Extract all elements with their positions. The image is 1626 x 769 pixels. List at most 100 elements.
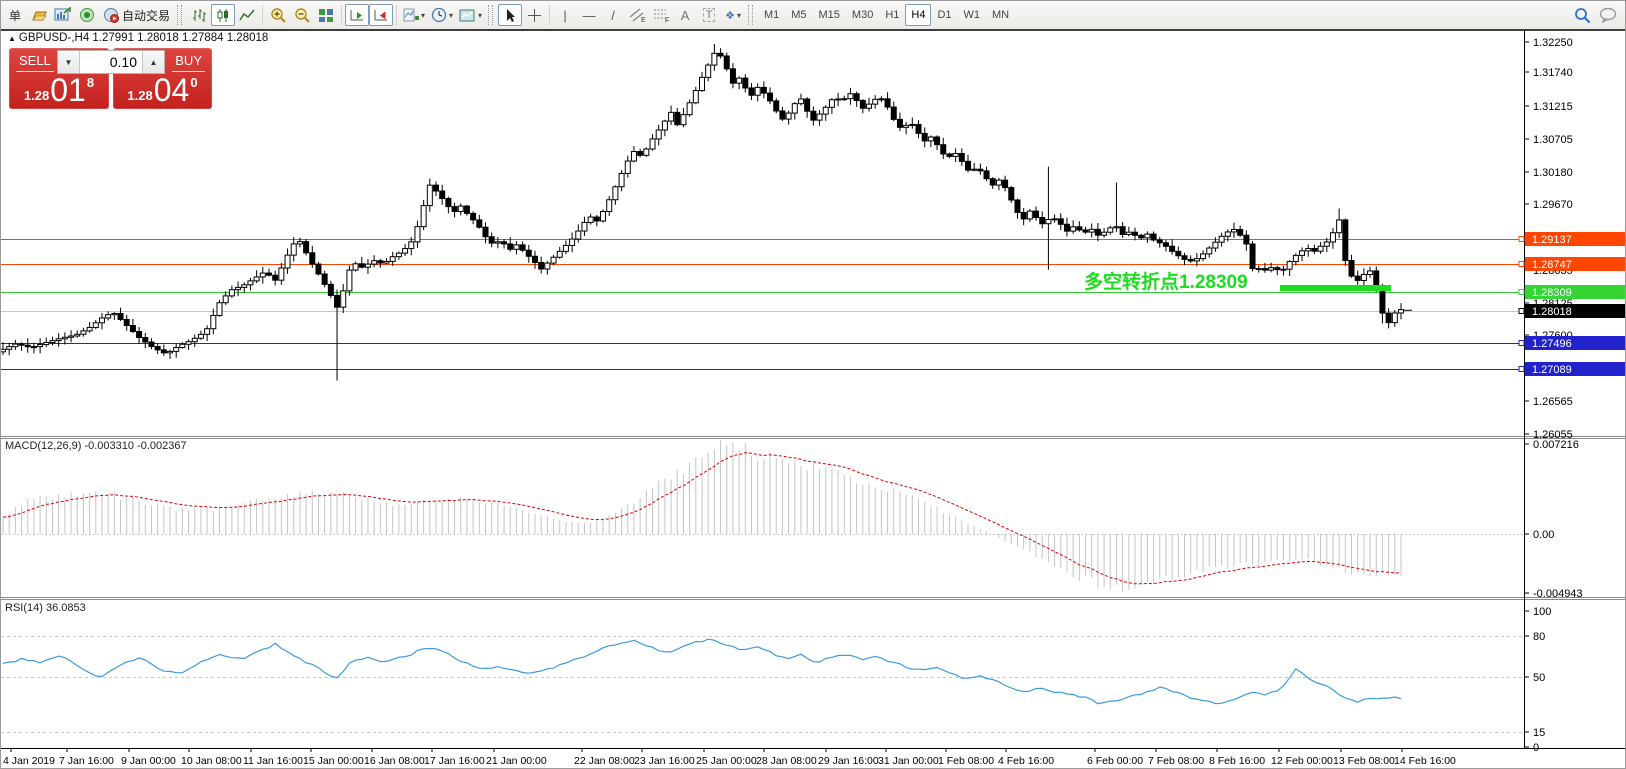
volume-input[interactable] <box>80 51 142 73</box>
templates-button[interactable]: ▾ <box>456 4 485 26</box>
zoom-in-button[interactable] <box>266 4 290 26</box>
svg-text:0.00: 0.00 <box>1533 529 1554 541</box>
new-order-label: 单 <box>9 7 21 24</box>
crosshair-icon <box>527 8 542 23</box>
charts-icon[interactable] <box>51 4 75 26</box>
profiles-icon[interactable] <box>27 4 51 26</box>
svg-text:1.31740: 1.31740 <box>1533 67 1573 79</box>
timeframe-button-m1[interactable]: M1 <box>758 4 785 26</box>
horizontal-line-tool-button[interactable]: — <box>577 4 601 26</box>
timeframe-button-w1[interactable]: W1 <box>958 4 987 26</box>
zoom-out-icon <box>294 7 311 23</box>
cursor-tool-button[interactable] <box>498 4 522 26</box>
timeframe-button-h1[interactable]: H1 <box>879 4 905 26</box>
line-chart-icon <box>239 8 255 23</box>
svg-text:1.31215: 1.31215 <box>1533 101 1573 113</box>
sell-price: 1.28 01 8 <box>9 74 109 106</box>
zoom-out-button[interactable] <box>290 4 314 26</box>
fibo-letter: F <box>665 18 669 24</box>
timeframe-button-h4[interactable]: H4 <box>905 4 931 26</box>
svg-text:29 Jan 16:00: 29 Jan 16:00 <box>818 755 879 767</box>
buy-button[interactable]: BUY <box>172 53 205 72</box>
chat-icon[interactable] <box>1599 7 1619 23</box>
vertical-line-tool-button[interactable]: | <box>553 4 577 26</box>
templates-icon <box>459 8 476 23</box>
bar-chart-mode-button[interactable] <box>187 4 211 26</box>
svg-text:1.26565: 1.26565 <box>1533 396 1573 408</box>
svg-text:16 Jan 08:00: 16 Jan 08:00 <box>364 755 425 767</box>
timeframe-button-d1[interactable]: D1 <box>931 4 957 26</box>
toolbar-separator <box>262 5 263 25</box>
indicator-axes: 0.0072160.00-0.0049431008050150 <box>1524 439 1583 754</box>
arrows-tool-button[interactable]: ❖ ▾ <box>721 4 745 26</box>
sell-price-small: 1.28 <box>24 89 49 102</box>
toolbar-grip[interactable] <box>748 5 753 25</box>
svg-text:4 Feb 16:00: 4 Feb 16:00 <box>998 755 1054 767</box>
svg-text:28 Jan 08:00: 28 Jan 08:00 <box>756 755 817 767</box>
svg-text:1.28018: 1.28018 <box>1532 306 1572 318</box>
svg-text:1.29137: 1.29137 <box>1532 234 1572 246</box>
channel-tool-button[interactable]: E <box>625 4 649 26</box>
toolbar-right <box>1574 7 1619 24</box>
crosshair-tool-button[interactable] <box>522 4 546 26</box>
toolbar-grip[interactable] <box>177 5 182 25</box>
price-axis: 1.322501.317401.312151.307051.301801.296… <box>1519 37 1626 441</box>
text-label-icon: T <box>703 8 716 22</box>
svg-text:1.27089: 1.27089 <box>1532 364 1572 376</box>
spin-down-icon: ▼ <box>65 58 73 67</box>
svg-text:17 Jan 16:00: 17 Jan 16:00 <box>424 755 485 767</box>
timeframe-button-m5[interactable]: M5 <box>785 4 812 26</box>
shapes-icon: ❖ <box>725 9 735 22</box>
new-order-button[interactable]: 单 <box>3 4 27 26</box>
volume-decrease-button[interactable]: ▼ <box>58 51 80 73</box>
toolbar-grip[interactable] <box>488 5 493 25</box>
svg-text:11 Jan 16:00: 11 Jan 16:00 <box>243 755 303 767</box>
candlestick-mode-button[interactable] <box>211 4 235 26</box>
time-axis: 4 Jan 20197 Jan 16:009 Jan 00:0010 Jan 0… <box>3 748 1456 767</box>
auto-scroll-button[interactable] <box>345 4 369 26</box>
timeframe-button-m30[interactable]: M30 <box>846 4 879 26</box>
line-chart-mode-button[interactable] <box>235 4 259 26</box>
sell-button[interactable]: SELL <box>16 53 54 72</box>
green-trend-segment[interactable] <box>1280 285 1391 291</box>
indicators-icon <box>403 8 419 23</box>
dropdown-arrow-icon: ▾ <box>478 11 482 20</box>
svg-text:1.30705: 1.30705 <box>1533 134 1573 146</box>
profiles-glyph <box>31 8 48 23</box>
turning-point-annotation: 多空转折点1.28309 <box>1084 267 1248 294</box>
indicators-button[interactable]: ▾ <box>400 4 428 26</box>
svg-text:15 Jan 00:00: 15 Jan 00:00 <box>303 755 364 767</box>
svg-text:7 Feb 08:00: 7 Feb 08:00 <box>1148 755 1204 767</box>
svg-text:10 Jan 08:00: 10 Jan 08:00 <box>181 755 242 767</box>
buy-price: 1.28 04 0 <box>113 74 212 106</box>
timeframe-button-m15[interactable]: M15 <box>813 4 846 26</box>
trendline-tool-button[interactable]: / <box>601 4 625 26</box>
autotrading-button[interactable]: 自动交易 <box>99 4 174 26</box>
expert-advisors-icon[interactable] <box>75 4 99 26</box>
search-icon[interactable] <box>1574 7 1591 24</box>
text-label-tool-button[interactable]: T <box>697 4 721 26</box>
tile-windows-icon <box>318 8 334 23</box>
svg-text:80: 80 <box>1533 631 1545 643</box>
svg-text:1.27496: 1.27496 <box>1532 338 1572 350</box>
fibonacci-tool-button[interactable]: F <box>649 4 673 26</box>
periods-button[interactable]: ▾ <box>428 4 456 26</box>
timeframe-button-mn[interactable]: MN <box>986 4 1015 26</box>
trendline-icon: / <box>611 8 615 23</box>
title-marker-icon: ▲ <box>8 34 16 43</box>
chart-title-text: GBPUSD-,H4 1.27991 1.28018 1.27884 1.280… <box>19 32 268 44</box>
buy-price-big: 04 <box>154 74 190 106</box>
channel-letter: E <box>641 17 646 23</box>
chart-title: ▲GBPUSD-,H4 1.27991 1.28018 1.27884 1.28… <box>8 32 268 44</box>
svg-text:0.007216: 0.007216 <box>1533 439 1579 451</box>
timeframe-group: M1M5M15M30H1H4D1W1MN <box>758 4 1015 26</box>
chart-canvas[interactable]: 1.322501.317401.312151.307051.301801.296… <box>1 1 1626 769</box>
svg-text:12 Feb 00:00: 12 Feb 00:00 <box>1271 755 1333 767</box>
volume-increase-button[interactable]: ▲ <box>142 51 164 73</box>
text-tool-button[interactable]: A <box>673 4 697 26</box>
buy-price-sup: 0 <box>190 76 197 89</box>
tile-windows-button[interactable] <box>314 4 338 26</box>
volume-stepper: ▼ ▲ <box>57 50 165 74</box>
chart-shift-button[interactable] <box>369 4 393 26</box>
bar-chart-icon <box>191 8 207 23</box>
